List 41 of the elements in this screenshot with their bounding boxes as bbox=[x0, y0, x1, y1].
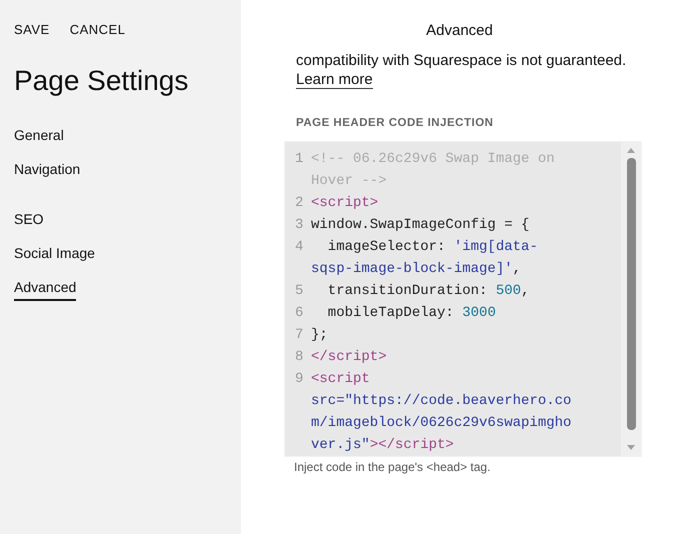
code-line: <script> bbox=[311, 194, 378, 213]
line-number: 8 bbox=[295, 348, 304, 367]
code-line: imageSelector: 'img[data- bbox=[326, 238, 538, 257]
line-number: 3 bbox=[295, 216, 304, 235]
code-line: transitionDuration: 500, bbox=[326, 282, 530, 301]
page-settings-title: Page Settings bbox=[14, 65, 190, 97]
code-line: m/imageblock/0626c29v6swapimgho bbox=[311, 414, 572, 433]
panel-title: Advanced bbox=[425, 21, 494, 40]
line-number: 4 bbox=[295, 238, 304, 257]
scrollbar-thumb[interactable] bbox=[626, 158, 636, 430]
scroll-down-icon[interactable] bbox=[626, 444, 636, 452]
line-number: 9 bbox=[295, 370, 304, 389]
code-line: ver.js"></script> bbox=[311, 436, 455, 455]
toolbar-button[interactable]: SAVE bbox=[14, 22, 50, 37]
code-line: </script> bbox=[311, 348, 387, 367]
scrollbar[interactable] bbox=[621, 142, 641, 456]
code-line: }; bbox=[311, 326, 328, 345]
code-line: <script bbox=[311, 370, 371, 389]
scroll-up-icon[interactable] bbox=[626, 146, 636, 154]
sidebar-item[interactable]: SEO bbox=[14, 211, 44, 233]
sidebar-item[interactable]: General bbox=[14, 127, 64, 149]
learn-more-link[interactable]: Learn more bbox=[296, 71, 373, 89]
sidebar-item[interactable]: Social Image bbox=[14, 245, 95, 267]
intro-text: compatibility with Squarespace is not guaranteed. bbox=[296, 52, 628, 69]
line-number: 7 bbox=[295, 326, 304, 345]
sidebar-item[interactable]: Advanced bbox=[14, 279, 76, 301]
line-number: 6 bbox=[295, 304, 304, 323]
toolbar-button[interactable]: CANCEL bbox=[70, 22, 126, 37]
code-line: mobileTapDelay: 3000 bbox=[326, 304, 496, 323]
code-line: window.SwapImageConfig = { bbox=[311, 216, 530, 235]
code-editor[interactable] bbox=[284, 141, 642, 457]
section-label: PAGE HEADER CODE INJECTION bbox=[296, 117, 494, 129]
code-line: Hover --> bbox=[311, 172, 388, 191]
line-number: 2 bbox=[295, 194, 304, 213]
code-line: src="https://code.beaverhero.co bbox=[311, 392, 572, 411]
code-line: <!-- 06.26c29v6 Swap Image on bbox=[311, 150, 555, 169]
sidebar-item[interactable]: Navigation bbox=[14, 161, 80, 183]
code-line: sqsp-image-block-image]', bbox=[311, 260, 522, 279]
help-text: Inject code in the page's <head> tag. bbox=[294, 460, 492, 474]
line-number: 1 bbox=[295, 150, 304, 169]
line-number: 5 bbox=[295, 282, 304, 301]
